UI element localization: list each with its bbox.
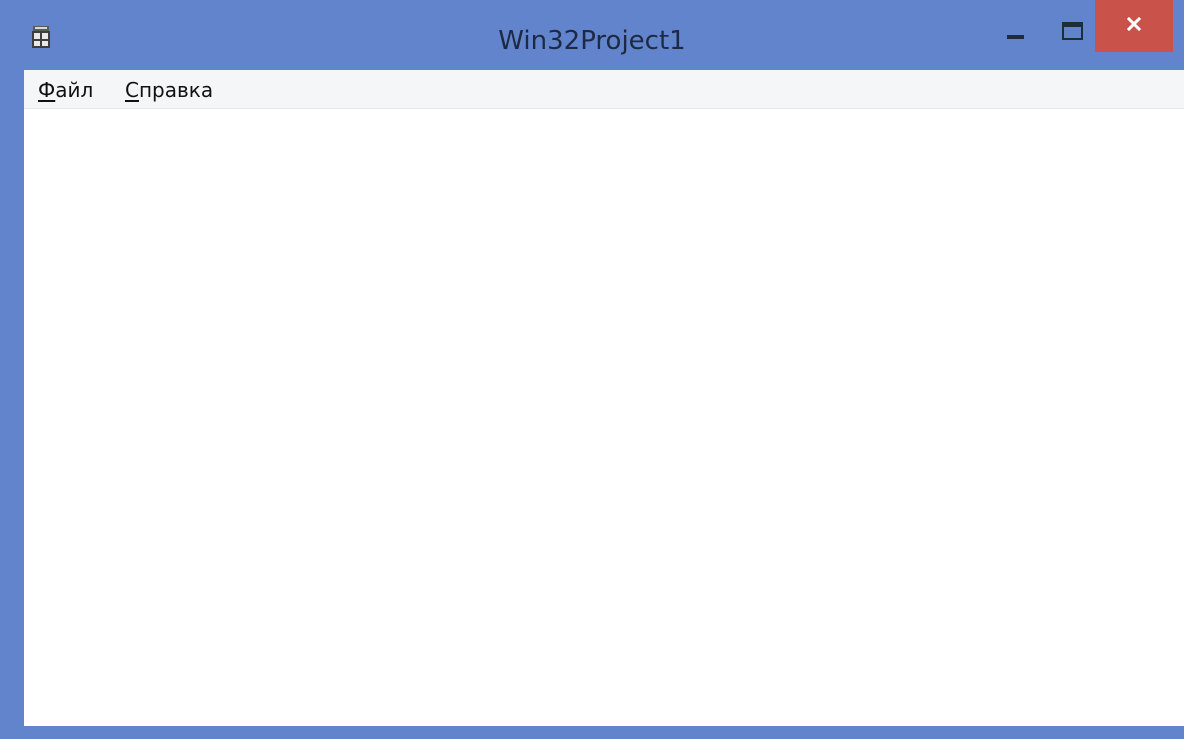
menu-file-accel: Ф	[38, 78, 56, 102]
close-icon	[1127, 17, 1141, 31]
menu-help-label: правка	[138, 78, 214, 102]
menu-help[interactable]: Справка	[123, 70, 215, 108]
minimize-button[interactable]	[995, 8, 1035, 48]
close-button[interactable]	[1095, 0, 1173, 52]
title-bar[interactable]: Win32Project1	[0, 0, 1184, 70]
menu-help-accel: С	[125, 78, 139, 102]
menu-file-label: айл	[55, 78, 94, 102]
window-bottom-border	[0, 726, 1184, 739]
menu-file[interactable]: Файл	[36, 70, 95, 108]
maximize-button[interactable]	[1052, 8, 1092, 48]
app-window: Win32Project1 Файл Справка	[0, 0, 1184, 739]
client-area[interactable]	[24, 109, 1184, 726]
menu-bar: Файл Справка	[24, 70, 1184, 109]
